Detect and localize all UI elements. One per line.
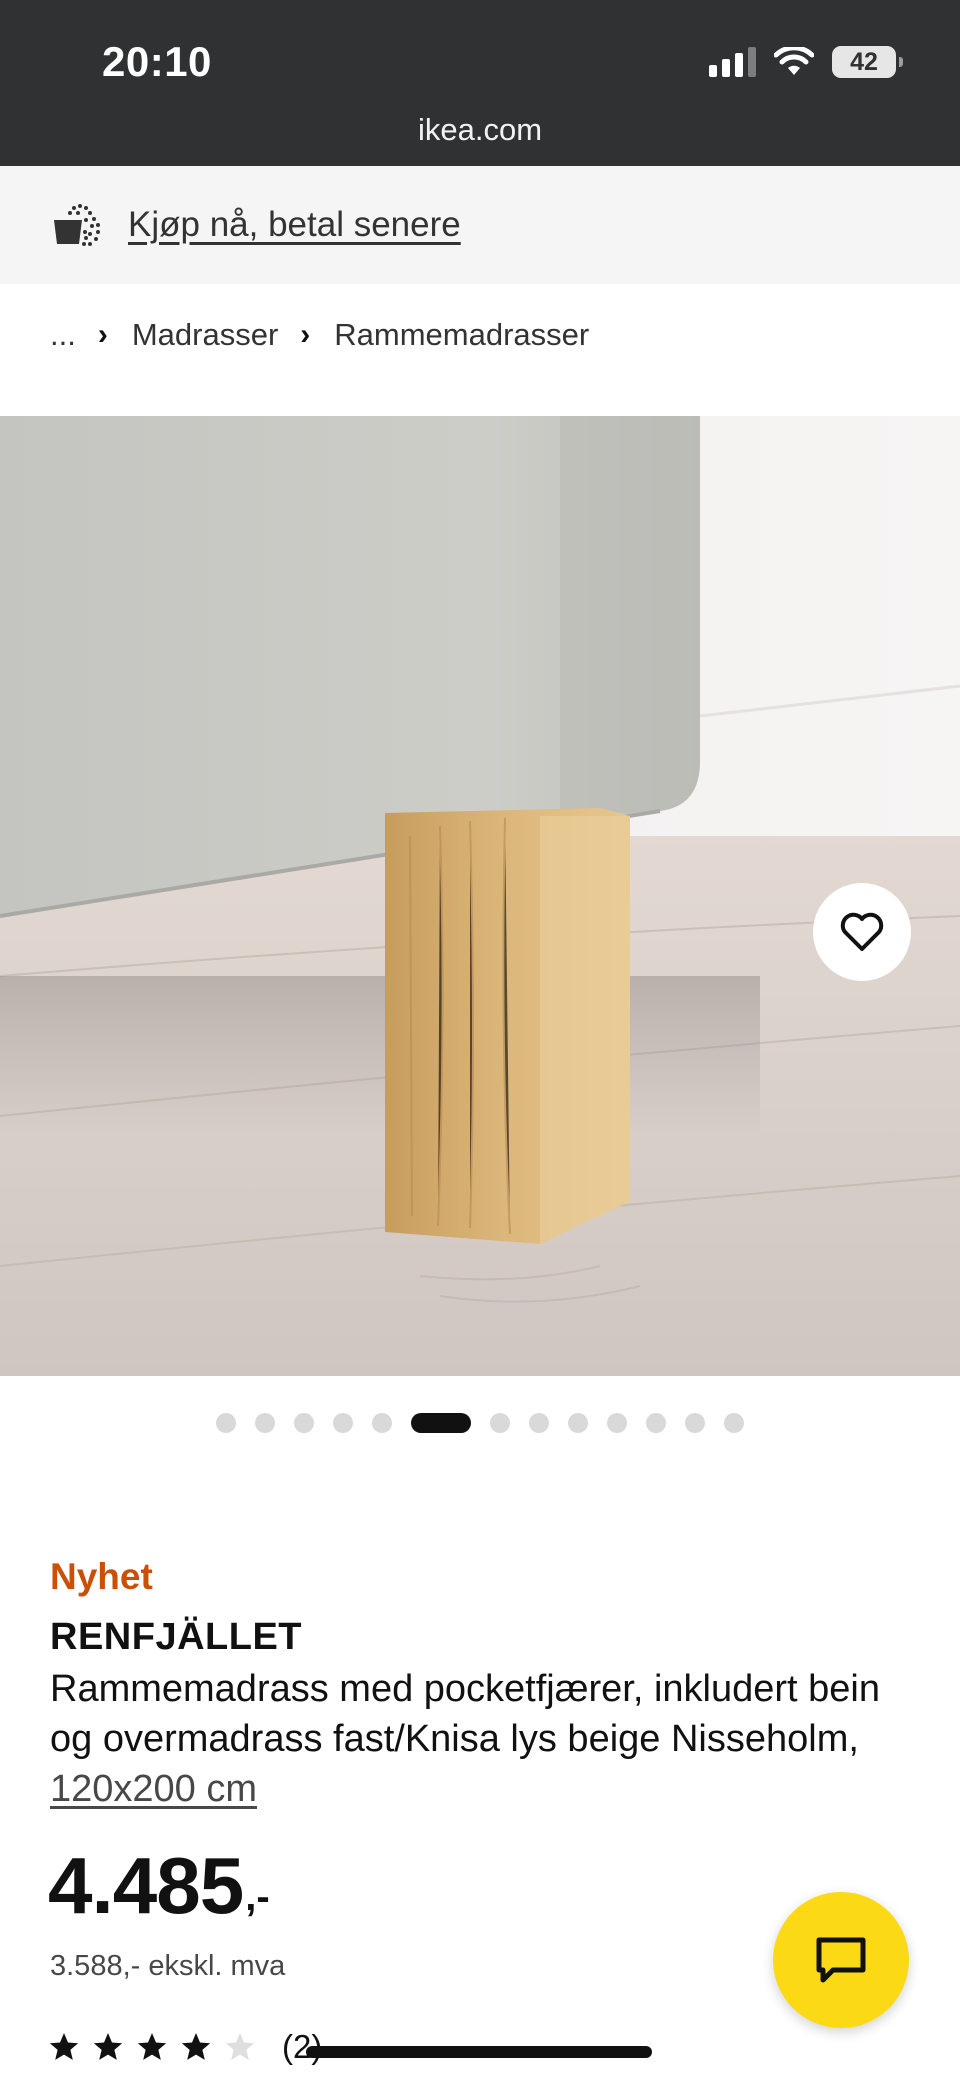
- carousel-dot[interactable]: [490, 1413, 510, 1433]
- chevron-right-icon: ›: [300, 318, 311, 351]
- pay-later-link[interactable]: Kjøp nå, betal senere: [128, 205, 461, 245]
- star-filled-icon: [137, 2033, 167, 2060]
- battery-icon: 42: [832, 46, 903, 78]
- status-time: 20:10: [102, 38, 212, 85]
- carousel-dot[interactable]: [529, 1413, 549, 1433]
- product-description-text: Rammemadrass med pocketfjærer, inkludert…: [50, 1668, 881, 1760]
- star-filled-icon: [49, 2033, 79, 2060]
- cellular-signal-icon: [709, 47, 756, 77]
- breadcrumb-ellipsis[interactable]: ...: [50, 317, 76, 353]
- carousel-dot[interactable]: [372, 1413, 392, 1433]
- price-excl-vat: 3.588,- ekskl. mva: [50, 1950, 286, 1982]
- carousel-dot[interactable]: [646, 1413, 666, 1433]
- breadcrumb-item-rammemadrasser[interactable]: Rammemadrasser: [334, 317, 589, 353]
- product-price: 4.485 ,-: [48, 1846, 270, 1926]
- shopping-basket-icon: [54, 204, 100, 246]
- price-main: 4.485: [48, 1841, 244, 1930]
- favorite-button[interactable]: [813, 883, 911, 981]
- breadcrumb: ... › Madrasser › Rammemadrasser: [50, 314, 589, 356]
- new-badge: Nyhet: [50, 1556, 153, 1597]
- carousel-dot[interactable]: [724, 1413, 744, 1433]
- status-icons: 42: [709, 44, 903, 80]
- carousel-dot[interactable]: [685, 1413, 705, 1433]
- product-photo-bed-leg: [0, 416, 960, 1376]
- carousel-dot-active[interactable]: [411, 1413, 471, 1433]
- carousel-dot[interactable]: [607, 1413, 627, 1433]
- price-suffix: ,-: [245, 1875, 270, 1919]
- carousel-dot[interactable]: [216, 1413, 236, 1433]
- chevron-right-icon: ›: [97, 318, 108, 351]
- home-indicator: [306, 2046, 652, 2058]
- size-link[interactable]: 120x200 cm: [50, 1768, 257, 1810]
- product-image[interactable]: [0, 416, 960, 1376]
- product-name: RENFJÄLLET: [50, 1616, 302, 1658]
- battery-level: 42: [850, 47, 878, 76]
- star-filled-icon: [181, 2033, 211, 2060]
- star-filled-icon: [93, 2033, 123, 2060]
- carousel-dot[interactable]: [333, 1413, 353, 1433]
- carousel-dot[interactable]: [255, 1413, 275, 1433]
- breadcrumb-item-madrasser[interactable]: Madrasser: [132, 317, 278, 353]
- carousel-dot[interactable]: [568, 1413, 588, 1433]
- heart-icon: [840, 912, 884, 951]
- product-rating[interactable]: (2): [48, 2028, 322, 2066]
- image-carousel-indicator: [0, 1413, 960, 1433]
- chat-bubble-icon: [816, 1937, 866, 1983]
- url-bar[interactable]: ikea.com: [0, 112, 960, 148]
- carousel-dot[interactable]: [294, 1413, 314, 1433]
- chat-button[interactable]: [773, 1892, 909, 2028]
- pay-later-banner[interactable]: Kjøp nå, betal senere: [0, 166, 960, 284]
- browser-top-bar: 20:10 42 ikea.com: [0, 0, 960, 166]
- product-description: Rammemadrass med pocketfjærer, inkludert…: [50, 1664, 910, 1814]
- star-empty-icon: [225, 2033, 255, 2060]
- wifi-icon: [774, 47, 814, 75]
